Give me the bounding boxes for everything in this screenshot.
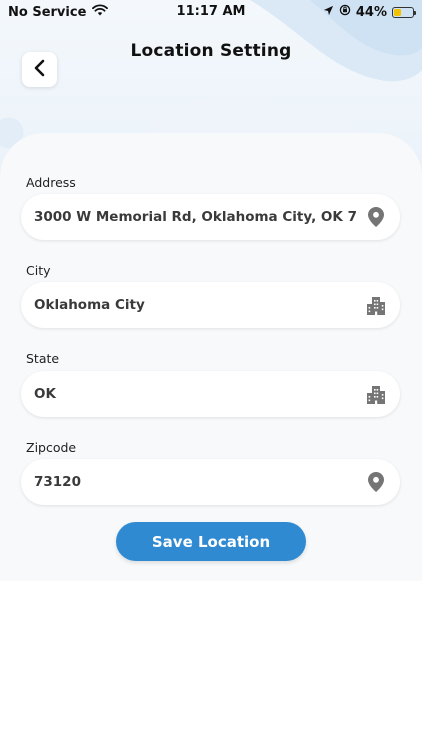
address-label: Address [26,175,76,190]
state-field[interactable]: OK [21,371,400,417]
orientation-lock-icon [339,4,351,20]
status-bar: No Service 11:17 AM 44% [0,0,422,24]
map-pin-icon [366,207,386,227]
zipcode-value: 73120 [34,474,81,490]
state-value: OK [34,386,56,402]
status-right: 44% [323,4,416,20]
save-location-button[interactable]: Save Location [116,522,306,561]
battery-level [394,8,401,16]
city-field[interactable]: Oklahoma City [21,282,400,328]
address-value: 3000 W Memorial Rd, Oklahoma City, OK 73… [34,209,356,225]
city-label: City [26,263,51,278]
city-value: Oklahoma City [34,297,145,313]
state-label: State [26,351,60,366]
address-field[interactable]: 3000 W Memorial Rd, Oklahoma City, OK 73… [21,194,400,240]
battery-percent: 44% [355,4,387,20]
zipcode-field[interactable]: 73120 [21,459,400,505]
chevron-left-icon [33,59,47,81]
map-pin-icon [366,472,386,492]
building-icon [366,296,386,316]
building-icon [366,385,386,405]
battery-icon [392,6,416,18]
zipcode-label: Zipcode [26,440,77,455]
page-title: Location Setting [130,41,292,61]
location-arrow-icon [323,5,334,20]
